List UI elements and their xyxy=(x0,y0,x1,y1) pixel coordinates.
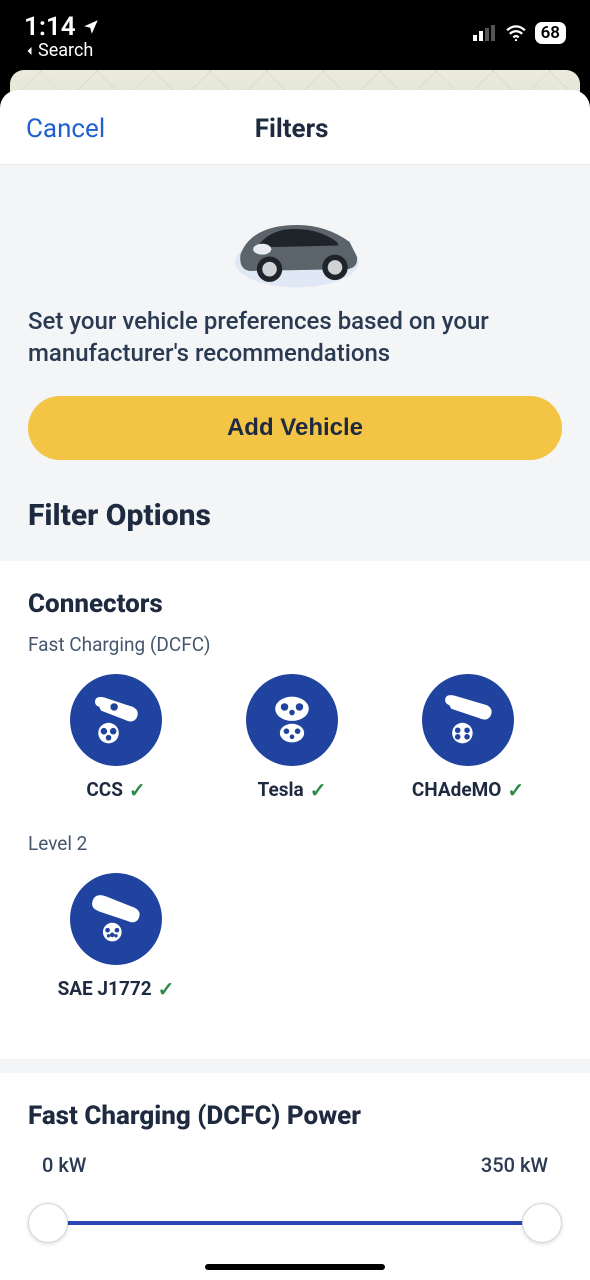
connector-label: Tesla xyxy=(258,778,304,801)
cellular-icon xyxy=(473,25,497,41)
car-illustration-icon xyxy=(220,191,370,291)
section-divider xyxy=(0,1059,590,1073)
power-slider[interactable] xyxy=(48,1203,542,1243)
power-min-label: 0 kW xyxy=(42,1153,86,1177)
check-icon: ✓ xyxy=(507,778,524,802)
ccs-icon xyxy=(70,674,162,766)
connector-label: CCS xyxy=(86,778,123,801)
connector-ccs[interactable]: CCS ✓ xyxy=(28,674,204,802)
connector-chademo[interactable]: CHAdeMO ✓ xyxy=(380,674,556,802)
connector-label: CHAdeMO xyxy=(412,778,501,801)
j1772-icon xyxy=(70,873,162,965)
add-vehicle-button[interactable]: Add Vehicle xyxy=(28,396,562,460)
filters-sheet: Cancel Filters Set your vehicle preferen… xyxy=(0,90,590,1280)
battery-level: 68 xyxy=(535,22,566,44)
slider-labels: 0 kW 350 kW xyxy=(28,1153,562,1177)
vehicle-prompt-text: Set your vehicle preferences based on yo… xyxy=(28,305,562,370)
status-time: 1:14 xyxy=(24,12,100,42)
check-icon: ✓ xyxy=(158,977,175,1001)
level2-label: Level 2 xyxy=(28,832,562,855)
power-title: Fast Charging (DCFC) Power xyxy=(28,1101,562,1131)
power-section: Fast Charging (DCFC) Power 0 kW 350 kW xyxy=(0,1073,590,1243)
check-icon: ✓ xyxy=(310,778,327,802)
power-max-label: 350 kW xyxy=(481,1153,548,1177)
sheet-title: Filters xyxy=(255,114,329,144)
fast-charging-label: Fast Charging (DCFC) xyxy=(28,633,562,656)
wifi-icon xyxy=(505,25,527,41)
slider-track xyxy=(48,1221,542,1225)
connector-tesla[interactable]: Tesla ✓ xyxy=(204,674,380,802)
connector-j1772[interactable]: SAE J1772 ✓ xyxy=(28,873,204,1001)
slider-handle-min[interactable] xyxy=(28,1203,68,1243)
filter-options-title: Filter Options xyxy=(28,498,562,533)
location-arrow-icon xyxy=(82,18,100,36)
check-icon: ✓ xyxy=(129,778,146,802)
connectors-section: Connectors Fast Charging (DCFC) CCS ✓ Tes… xyxy=(0,561,590,1059)
tesla-icon xyxy=(246,674,338,766)
back-to-search[interactable]: Search xyxy=(24,40,100,61)
slider-handle-max[interactable] xyxy=(522,1203,562,1243)
status-bar: 1:14 Search 68 xyxy=(0,0,590,70)
cancel-button[interactable]: Cancel xyxy=(26,114,105,144)
level2-connector-row: SAE J1772 ✓ xyxy=(28,873,562,1001)
home-indicator[interactable] xyxy=(205,1264,385,1270)
connectors-title: Connectors xyxy=(28,589,562,619)
filter-options-header: Filter Options xyxy=(0,488,590,561)
fast-connector-row: CCS ✓ Tesla ✓ CHAdeMO ✓ xyxy=(28,674,562,802)
vehicle-preferences-section: Set your vehicle preferences based on yo… xyxy=(0,165,590,488)
status-right: 68 xyxy=(473,22,566,44)
chademo-icon xyxy=(422,674,514,766)
connector-label: SAE J1772 xyxy=(58,977,152,1000)
back-caret-icon xyxy=(24,45,36,57)
sheet-header: Cancel Filters xyxy=(0,90,590,165)
